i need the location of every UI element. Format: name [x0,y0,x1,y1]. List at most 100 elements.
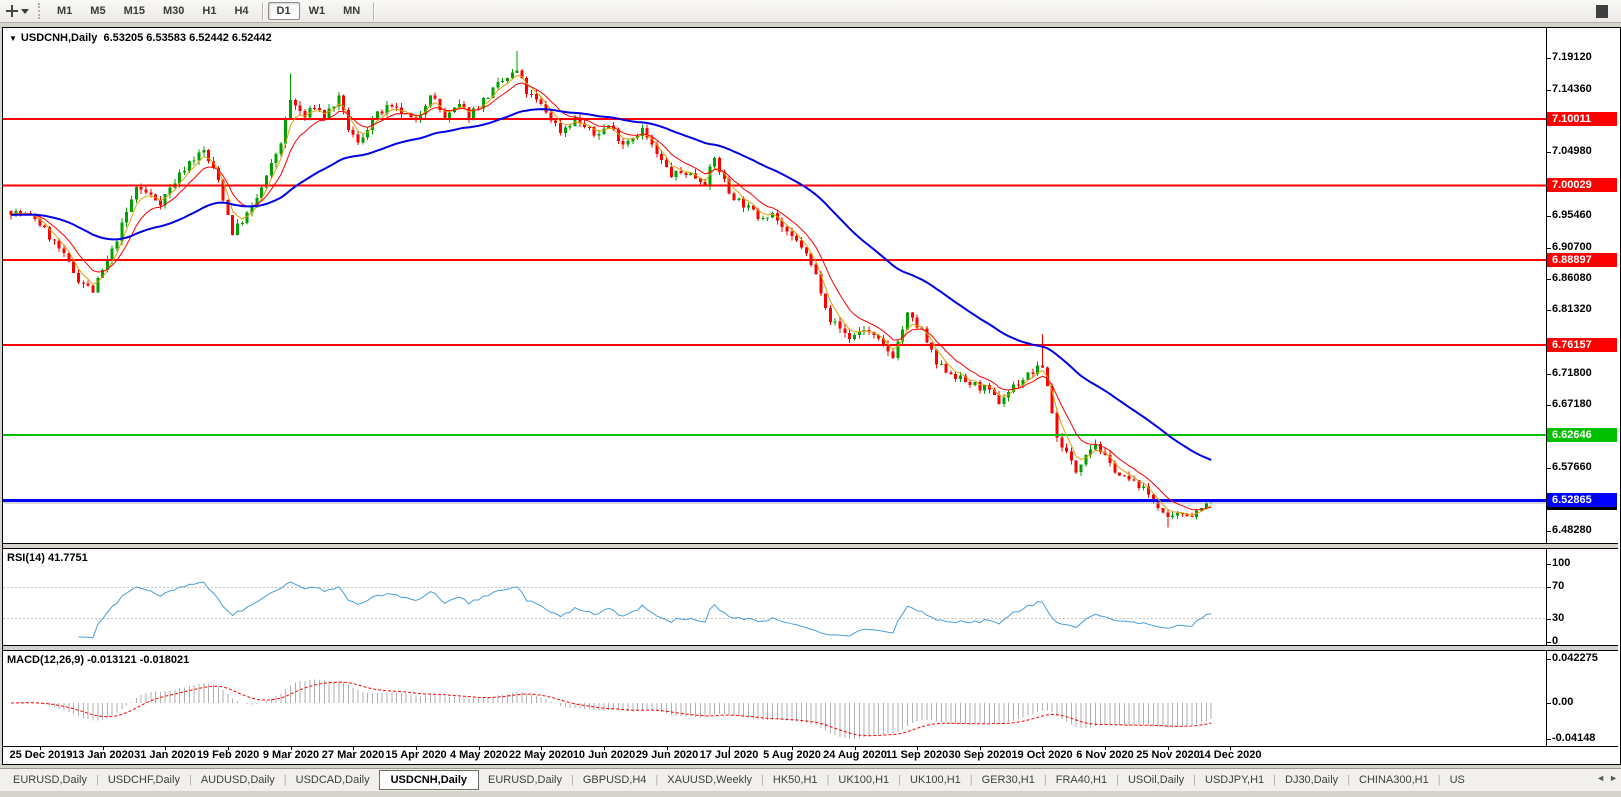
macd-tick-label: 0.042275 [1552,652,1598,664]
price-tick [1546,90,1551,91]
timeframe-button-h1[interactable]: H1 [193,2,225,20]
price-tick-label: 7.04980 [1552,145,1592,157]
tab-scroll-right-icon[interactable]: ► [1609,773,1618,783]
rsi-tick [1546,587,1551,588]
price-tick [1546,468,1551,469]
date-label: 22 May 2020 [509,749,573,761]
timeframe-button-m15[interactable]: M15 [115,2,154,20]
macd-tick [1546,659,1551,660]
chart-tab-usdchf-daily[interactable]: USDCHF,Daily [99,771,189,789]
chart-tab-dj30-daily[interactable]: DJ30,Daily [1276,771,1347,789]
toolbar-separator [373,3,375,20]
price-tick [1546,248,1551,249]
chevron-down-icon[interactable] [21,9,29,14]
date-label: 14 Dec 2020 [1199,749,1262,761]
timeframe-button-d1[interactable]: D1 [268,2,300,20]
price-tick [1546,310,1551,311]
date-label: 10 Jun 2020 [573,749,635,761]
timeframe-button-m1[interactable]: M1 [48,2,81,20]
level-price-label: 6.62646 [1547,428,1617,442]
chart-tab-gbpusd-h4[interactable]: GBPUSD,H4 [574,771,656,789]
timeframe-button-m30[interactable]: M30 [154,2,193,20]
top-toolbar: M1M5M15M30H1H4 D1W1MN [0,0,1621,23]
chart-tab-eurusd-daily[interactable]: EURUSD,Daily [4,771,96,789]
level-price-label: 6.88897 [1547,253,1617,267]
date-label: 11 Sep 2020 [886,749,948,761]
macd-tick-label: 0.00 [1552,696,1573,708]
price-tick-label: 6.90700 [1552,241,1592,253]
date-label: 27 Mar 2020 [322,749,384,761]
chart-tab-usdcad-daily[interactable]: USDCAD,Daily [287,771,379,789]
chart-tab-xauusd-weekly[interactable]: XAUUSD,Weekly [658,771,761,789]
date-label: 13 Jan 2020 [72,749,134,761]
level-price-label: 6.52865 [1547,493,1617,507]
timeframe-button-w1[interactable]: W1 [300,2,335,20]
chart-tab-eurusd-daily[interactable]: EURUSD,Daily [479,771,571,789]
chart-window: ▼USDCNH,Daily 6.53205 6.53583 6.52442 6.… [2,27,1621,765]
price-tick-label: 6.71800 [1552,367,1592,379]
date-label: 5 Aug 2020 [763,749,821,761]
rsi-pane[interactable]: RSI(14) 41.7751 [3,548,1618,646]
date-axis: 25 Dec 201913 Jan 202031 Jan 202019 Feb … [3,747,1618,762]
date-label: 25 Dec 2019 [10,749,73,761]
level-price-label: 7.10011 [1547,112,1617,126]
price-tick [1546,216,1551,217]
macd-axis-line [1546,651,1547,746]
date-label: 19 Feb 2020 [197,749,259,761]
date-label: 9 Mar 2020 [263,749,319,761]
macd-tick-label: -0.04148 [1552,732,1595,744]
chart-tab-usdjpy-h1[interactable]: USDJPY,H1 [1196,771,1273,789]
chart-tab-uk100-h1[interactable]: UK100,H1 [901,771,970,789]
date-label: 31 Jan 2020 [134,749,196,761]
timeframe-button-m5[interactable]: M5 [81,2,114,20]
price-tick [1546,279,1551,280]
crosshair-icon[interactable] [5,4,19,18]
price-pane[interactable]: ▼USDCNH,Daily 6.53205 6.53583 6.52442 6.… [3,28,1618,544]
price-tick [1546,374,1551,375]
price-tick-label: 6.48280 [1552,524,1592,536]
price-tick [1546,531,1551,532]
date-label: 29 Jun 2020 [636,749,698,761]
date-label: 25 Nov 2020 [1136,749,1200,761]
price-tick [1546,405,1551,406]
macd-tick [1546,739,1551,740]
chart-tab-usdcnh-daily[interactable]: USDCNH,Daily [379,770,479,790]
candlestick-chart[interactable] [3,28,1546,543]
price-tick [1546,58,1551,59]
price-tick [1546,152,1551,153]
timeframe-button-h4[interactable]: H4 [225,2,257,20]
date-label: 4 May 2020 [450,749,508,761]
chart-tab-us[interactable]: US [1441,771,1474,789]
timeframe-button-mn[interactable]: MN [334,2,369,20]
price-axis-line [1546,28,1547,543]
chart-tab-audusd-daily[interactable]: AUDUSD,Daily [192,771,284,789]
date-label: 24 Aug 2020 [823,749,887,761]
chart-tab-hk50-h1[interactable]: HK50,H1 [764,771,827,789]
date-label: 30 Sep 2020 [949,749,1012,761]
collapse-triangle-icon[interactable]: ▼ [9,34,17,43]
price-tick-label: 6.95460 [1552,209,1592,221]
chart-tab-usoil-daily[interactable]: USOil,Daily [1119,771,1193,789]
rsi-tick-label: 0 [1552,635,1558,647]
bottom-strip [0,791,1621,797]
chart-tab-fra40-h1[interactable]: FRA40,H1 [1047,771,1116,789]
macd-pane[interactable]: MACD(12,26,9) -0.013121 -0.018021 [3,650,1618,747]
chart-tab-uk100-h1[interactable]: UK100,H1 [829,771,898,789]
rsi-tick [1546,564,1551,565]
rsi-plot[interactable] [3,549,1546,645]
chart-tab-china300-h1[interactable]: CHINA300,H1 [1350,771,1438,789]
macd-plot[interactable] [3,651,1546,746]
level-price-label: 6.76157 [1547,338,1617,352]
toolbar-grip [38,3,43,19]
chart-tabbar: EURUSD,Daily|USDCHF,Daily|AUDUSD,Daily|U… [0,768,1621,791]
date-label: 19 Oct 2020 [1011,749,1072,761]
macd-tick [1546,703,1551,704]
tab-scroll-left-icon[interactable]: ◄ [1596,773,1605,783]
macd-label: MACD(12,26,9) -0.013121 -0.018021 [7,654,189,666]
toolbar-overflow-button[interactable] [1596,5,1608,18]
date-label: 15 Apr 2020 [385,749,446,761]
date-label: 17 Jul 2020 [700,749,759,761]
rsi-tick [1546,619,1551,620]
rsi-label: RSI(14) 41.7751 [7,552,88,564]
chart-tab-ger30-h1[interactable]: GER30,H1 [973,771,1044,789]
